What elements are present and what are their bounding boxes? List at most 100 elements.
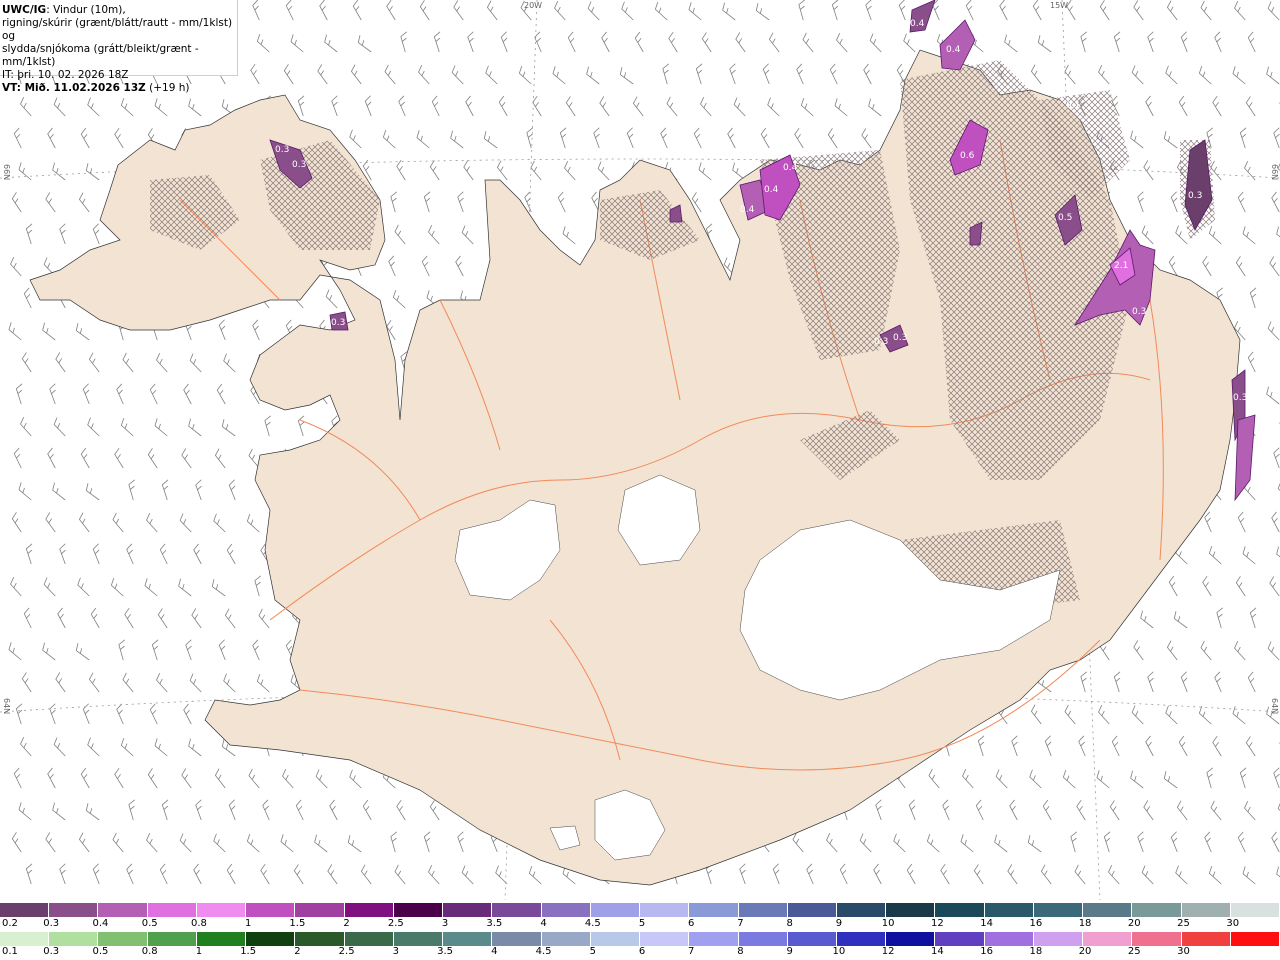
- wind-barb: [688, 2, 702, 21]
- wind-barb: [183, 703, 192, 725]
- wind-barb: [13, 127, 22, 149]
- wind-barb: [223, 353, 236, 373]
- legend-swatch: [492, 903, 542, 917]
- legend-label: 30: [1177, 946, 1190, 957]
- wind-barb: [360, 864, 372, 885]
- wind-barb: [995, 769, 1008, 789]
- wind-barb: [1214, 671, 1222, 693]
- wind-barb: [496, 160, 508, 181]
- legend-swatch: [393, 932, 444, 946]
- wind-barb: [1133, 0, 1144, 21]
- wind-barb: [193, 543, 202, 565]
- wind-barb: [418, 65, 430, 85]
- wind-barb: [772, 863, 780, 885]
- wind-barb: [940, 863, 950, 885]
- legend-swatch: [443, 932, 493, 946]
- wind-barb: [1062, 769, 1076, 789]
- precip-label: 0.3: [893, 333, 907, 343]
- legend-label: 2: [294, 946, 301, 957]
- wind-barb: [1108, 865, 1120, 885]
- wind-barb: [1269, 576, 1280, 597]
- wind-barb: [88, 672, 100, 693]
- wind-barb: [80, 767, 90, 789]
- legend-swatch: [541, 903, 591, 917]
- lon-label-15w: 15W: [1050, 1, 1069, 10]
- wind-barb: [796, 63, 804, 85]
- wind-barb: [57, 607, 66, 629]
- wind-barb: [700, 97, 712, 117]
- wind-barb: [1266, 66, 1280, 85]
- wind-barb: [246, 833, 260, 853]
- wind-barb: [149, 703, 158, 725]
- wind-barb: [461, 865, 474, 885]
- wind-barb: [1247, 671, 1256, 693]
- wind-barb: [77, 577, 90, 597]
- wind-barb: [999, 0, 1008, 21]
- wind-barb: [1099, 0, 1110, 21]
- legend-label: 3: [441, 918, 449, 929]
- wind-barb: [18, 802, 32, 821]
- legend-swatch: [1230, 932, 1280, 946]
- wind-barb: [973, 864, 984, 885]
- wind-barb: [1080, 31, 1087, 53]
- wind-barb: [25, 543, 33, 565]
- wind-barb: [1206, 767, 1213, 789]
- wind-barb: [216, 383, 226, 405]
- wind-barb: [1244, 161, 1256, 181]
- wind-barb: [1271, 191, 1280, 213]
- legend-swatch: [836, 903, 887, 917]
- wind-barb: [1239, 127, 1247, 149]
- legend-swatch: [984, 903, 1034, 917]
- wind-barb: [1242, 546, 1256, 565]
- wind-barb: [762, 63, 770, 85]
- wind-barb: [246, 513, 260, 533]
- wind-barb: [1037, 35, 1052, 53]
- legend-swatch: [344, 903, 394, 917]
- wind-barb: [120, 417, 134, 437]
- wind-barb: [826, 833, 838, 853]
- wind-barb: [1141, 225, 1154, 245]
- wind-barb: [632, 96, 644, 117]
- wind-barb: [11, 832, 22, 853]
- wind-barb: [1210, 800, 1222, 821]
- wind-barb: [49, 383, 56, 405]
- precip-label: 2.1: [1114, 261, 1128, 271]
- wind-barb: [465, 95, 474, 117]
- wind-barb: [285, 0, 294, 21]
- wind-barb: [1044, 735, 1052, 757]
- wind-barb: [1239, 767, 1247, 789]
- wind-barb: [224, 608, 236, 629]
- wind-barb: [156, 673, 168, 693]
- wind-barb: [1078, 735, 1086, 757]
- wind-barb: [1208, 225, 1222, 245]
- wind-barb: [1113, 31, 1121, 53]
- wind-barb: [587, 1, 600, 21]
- legend-swatch: [147, 932, 197, 946]
- wind-barb: [262, 799, 270, 821]
- legend-label: 5: [638, 918, 646, 929]
- wind-barb: [1141, 865, 1154, 885]
- legend-label: 1: [244, 918, 252, 929]
- legend-label: 25: [1177, 918, 1190, 929]
- wind-barb: [329, 799, 338, 821]
- wind-barb: [114, 447, 124, 469]
- wind-barb: [21, 352, 32, 373]
- wind-barb: [1271, 511, 1280, 533]
- wind-barb: [1277, 801, 1280, 821]
- wind-barb: [114, 127, 124, 149]
- info-valid-time: VT: Mið. 11.02.2026 13Z: [2, 82, 146, 94]
- wind-barb: [126, 543, 134, 565]
- precip-label: 0.3: [331, 318, 345, 328]
- wind-barb: [252, 319, 260, 341]
- wind-barb: [1269, 256, 1280, 277]
- wind-barb: [13, 447, 22, 469]
- legend-label: 18: [1078, 918, 1092, 929]
- info-lead-time: (+19 h): [145, 82, 190, 94]
- legend-swatch: [98, 932, 148, 946]
- wind-barb: [92, 223, 100, 245]
- wind-barb: [794, 127, 804, 149]
- legend-label: 0.2: [2, 918, 18, 929]
- wind-barb: [1076, 799, 1086, 821]
- wind-barb: [662, 63, 669, 85]
- wind-barb: [634, 31, 644, 53]
